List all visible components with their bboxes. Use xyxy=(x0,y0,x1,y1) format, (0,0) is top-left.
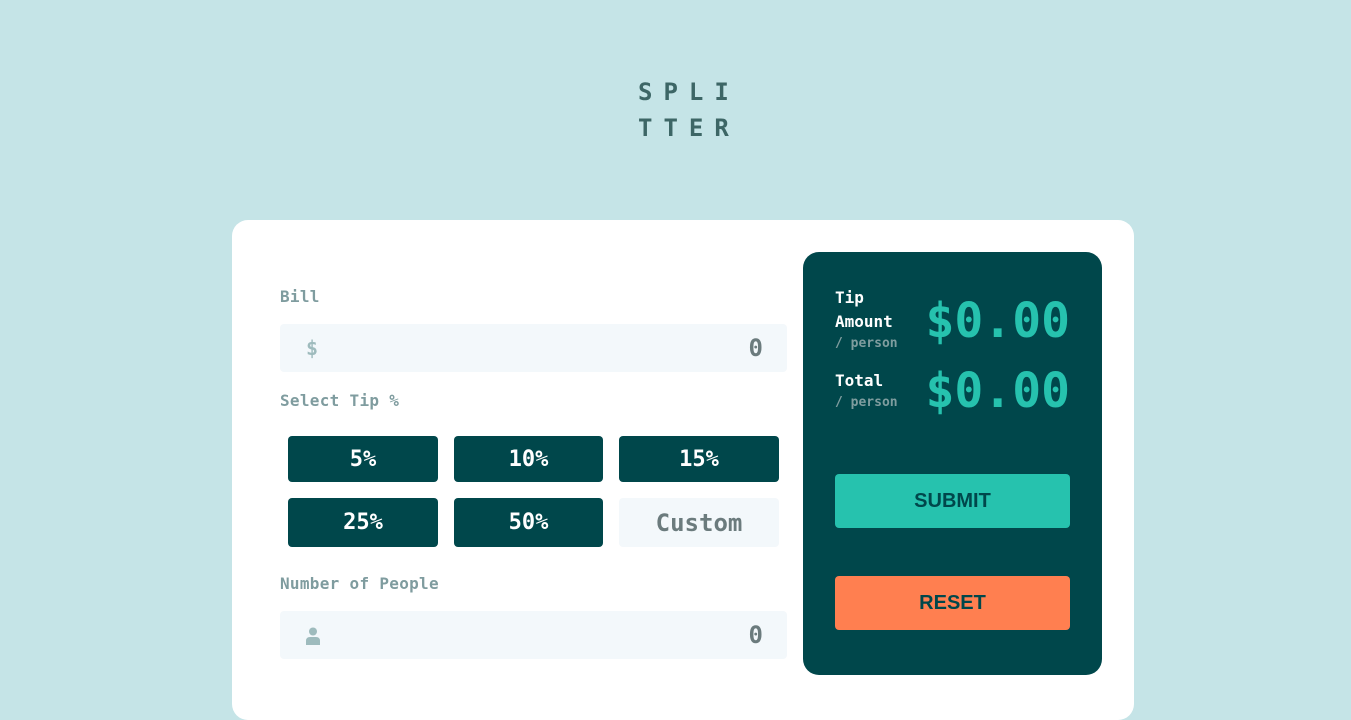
tip-amount-label-line1: Tip xyxy=(835,288,864,307)
tip-amount-value: $0.00 xyxy=(925,293,1071,349)
tip-amount-label: Tip Amount xyxy=(835,286,893,334)
total-per-person-label: / person xyxy=(835,395,898,410)
tip-10-button[interactable]: 10% xyxy=(454,436,603,482)
custom-tip-input[interactable]: Custom xyxy=(619,498,779,547)
calculator-card: Bill $ 0 Select Tip % 5% 10% 15% 25% 50%… xyxy=(232,220,1134,720)
bill-label: Bill xyxy=(280,287,320,306)
person-icon xyxy=(306,627,320,647)
tip-amount-label-line2: Amount xyxy=(835,312,893,331)
select-tip-label: Select Tip % xyxy=(280,391,400,410)
dollar-icon: $ xyxy=(306,336,319,360)
bill-value: 0 xyxy=(748,334,763,362)
reset-button[interactable]: RESET xyxy=(835,576,1070,630)
total-label: Total xyxy=(835,371,884,390)
tip-25-button[interactable]: 25% xyxy=(288,498,438,547)
logo-line-1: SPLI xyxy=(638,78,740,106)
tip-50-button[interactable]: 50% xyxy=(454,498,603,547)
tip-per-person-label: / person xyxy=(835,336,898,351)
result-panel: Tip Amount / person $0.00 Total / person… xyxy=(803,252,1102,675)
bill-input[interactable]: $ 0 xyxy=(280,324,787,372)
app-logo: SPLI TTER xyxy=(638,74,738,146)
total-amount-value: $0.00 xyxy=(925,363,1071,419)
people-label: Number of People xyxy=(280,574,439,593)
tip-5-button[interactable]: 5% xyxy=(288,436,438,482)
people-input[interactable]: 0 xyxy=(280,611,787,659)
logo-line-2: TTER xyxy=(638,114,740,142)
people-value: 0 xyxy=(748,621,763,649)
tip-15-button[interactable]: 15% xyxy=(619,436,779,482)
submit-button[interactable]: SUBMIT xyxy=(835,474,1070,528)
